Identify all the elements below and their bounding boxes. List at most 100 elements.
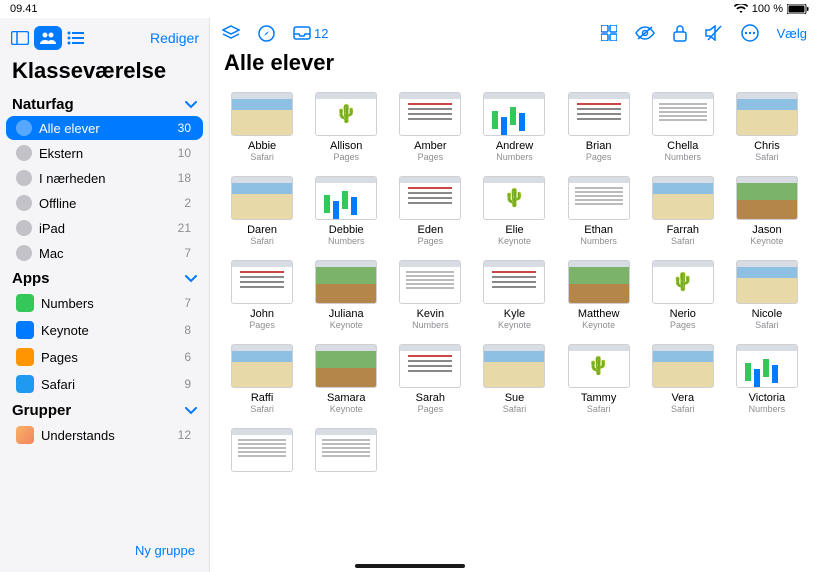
student-name: Kyle (504, 308, 525, 320)
screen-thumbnail (399, 92, 461, 136)
new-group-button[interactable]: Ny gruppe (0, 537, 209, 564)
student-tile[interactable] (222, 428, 302, 476)
status-dot-icon (16, 195, 32, 211)
lock-button[interactable] (673, 25, 687, 42)
sidebar-app-safari[interactable]: Safari9 (6, 371, 203, 397)
student-tile[interactable]: SueSafari (474, 344, 554, 414)
student-name: Victoria (749, 392, 785, 404)
student-grid: AbbieSafariAllisonPagesAmberPagesAndrewN… (210, 86, 819, 482)
section-class[interactable]: Naturfag (0, 92, 209, 115)
student-name: Juliana (329, 308, 364, 320)
student-name: Sue (505, 392, 525, 404)
sidebar-item-offline[interactable]: Offline2 (6, 191, 203, 215)
student-tile[interactable]: DebbieNumbers (306, 176, 386, 246)
sidebar-title: Klasseværelse (0, 56, 209, 92)
student-tile[interactable]: ElieKeynote (474, 176, 554, 246)
student-name: Eden (418, 224, 444, 236)
student-app: Pages (670, 320, 696, 330)
student-tile[interactable]: KevinNumbers (390, 260, 470, 330)
chevron-down-icon (185, 407, 197, 415)
student-tile[interactable]: FarrahSafari (643, 176, 723, 246)
student-tile[interactable]: SarahPages (390, 344, 470, 414)
student-tile[interactable]: JasonKeynote (727, 176, 807, 246)
student-tile[interactable] (306, 428, 386, 476)
sidebar-item-alle-elever[interactable]: Alle elever30 (6, 116, 203, 140)
student-app: Numbers (749, 404, 786, 414)
student-app: Keynote (498, 320, 531, 330)
student-tile[interactable]: JohnPages (222, 260, 302, 330)
student-tile[interactable]: VictoriaNumbers (727, 344, 807, 414)
sidebar-item-i-nærheden[interactable]: I nærheden18 (6, 166, 203, 190)
student-tile[interactable]: ChrisSafari (727, 92, 807, 162)
screen-thumbnail (736, 92, 798, 136)
screen-thumbnail (483, 92, 545, 136)
hide-button[interactable] (635, 26, 655, 40)
chevron-down-icon (185, 275, 197, 283)
screen-thumbnail (652, 260, 714, 304)
sidebar-item-mac[interactable]: Mac7 (6, 241, 203, 265)
toolbar: 12 Vælg (210, 18, 819, 46)
student-name: Abbie (248, 140, 276, 152)
student-app: Keynote (498, 236, 531, 246)
student-app: Numbers (328, 236, 365, 246)
people-view-button[interactable] (34, 26, 62, 50)
screen-thumbnail (568, 176, 630, 220)
navigate-button[interactable] (258, 25, 275, 42)
student-tile[interactable]: DarenSafari (222, 176, 302, 246)
sidebar-item-label: Keynote (41, 323, 89, 338)
group-avatar-icon (16, 426, 34, 444)
grid-button[interactable] (601, 25, 617, 41)
status-bar: 09.41 100 % (0, 0, 819, 18)
inbox-button[interactable]: 12 (293, 26, 328, 41)
student-name: Brian (586, 140, 612, 152)
student-tile[interactable]: AllisonPages (306, 92, 386, 162)
section-apps[interactable]: Apps (0, 266, 209, 289)
select-button[interactable]: Vælg (777, 26, 807, 41)
student-tile[interactable]: EthanNumbers (559, 176, 639, 246)
student-tile[interactable]: AmberPages (390, 92, 470, 162)
student-tile[interactable]: SamaraKeynote (306, 344, 386, 414)
sidebar-item-ekstern[interactable]: Ekstern10 (6, 141, 203, 165)
student-app: Numbers (665, 152, 702, 162)
student-tile[interactable]: NicoleSafari (727, 260, 807, 330)
sidebar-item-label: iPad (39, 221, 65, 236)
student-tile[interactable]: AbbieSafari (222, 92, 302, 162)
student-name: Nerio (670, 308, 696, 320)
student-tile[interactable]: ChellaNumbers (643, 92, 723, 162)
student-app: Safari (587, 404, 611, 414)
student-tile[interactable]: TammySafari (559, 344, 639, 414)
sidebar-item-ipad[interactable]: iPad21 (6, 216, 203, 240)
layers-button[interactable] (222, 25, 240, 41)
sidebar-toggle-button[interactable] (6, 26, 34, 50)
list-view-button[interactable] (62, 26, 90, 50)
mute-button[interactable] (705, 25, 723, 41)
screen-thumbnail (315, 344, 377, 388)
student-tile[interactable]: VeraSafari (643, 344, 723, 414)
student-app: Keynote (330, 320, 363, 330)
sidebar-item-count: 12 (178, 428, 191, 442)
student-tile[interactable]: RaffiSafari (222, 344, 302, 414)
sidebar-app-keynote[interactable]: Keynote 8 (6, 317, 203, 343)
edit-button[interactable]: Rediger (150, 30, 199, 46)
student-name: Farrah (667, 224, 699, 236)
student-tile[interactable]: MatthewKeynote (559, 260, 639, 330)
screen-thumbnail (315, 428, 377, 472)
sidebar-item-label: Understands (41, 428, 115, 443)
screen-thumbnail (736, 344, 798, 388)
student-tile[interactable]: BrianPages (559, 92, 639, 162)
more-button[interactable] (741, 24, 759, 42)
student-tile[interactable]: KyleKeynote (474, 260, 554, 330)
student-tile[interactable]: EdenPages (390, 176, 470, 246)
student-name: Raffi (251, 392, 273, 404)
student-tile[interactable]: JulianaKeynote (306, 260, 386, 330)
student-tile[interactable]: AndrewNumbers (474, 92, 554, 162)
sidebar-app-pages[interactable]: Pages6 (6, 344, 203, 370)
sidebar-app-numbers[interactable]: Numbers7 (6, 290, 203, 316)
sidebar-group-understands[interactable]: Understands 12 (6, 422, 203, 448)
section-groups[interactable]: Grupper (0, 398, 209, 421)
screen-thumbnail (315, 260, 377, 304)
sidebar-item-count: 8 (184, 323, 191, 337)
screen-thumbnail (483, 176, 545, 220)
status-dot-icon (16, 245, 32, 261)
student-tile[interactable]: NerioPages (643, 260, 723, 330)
